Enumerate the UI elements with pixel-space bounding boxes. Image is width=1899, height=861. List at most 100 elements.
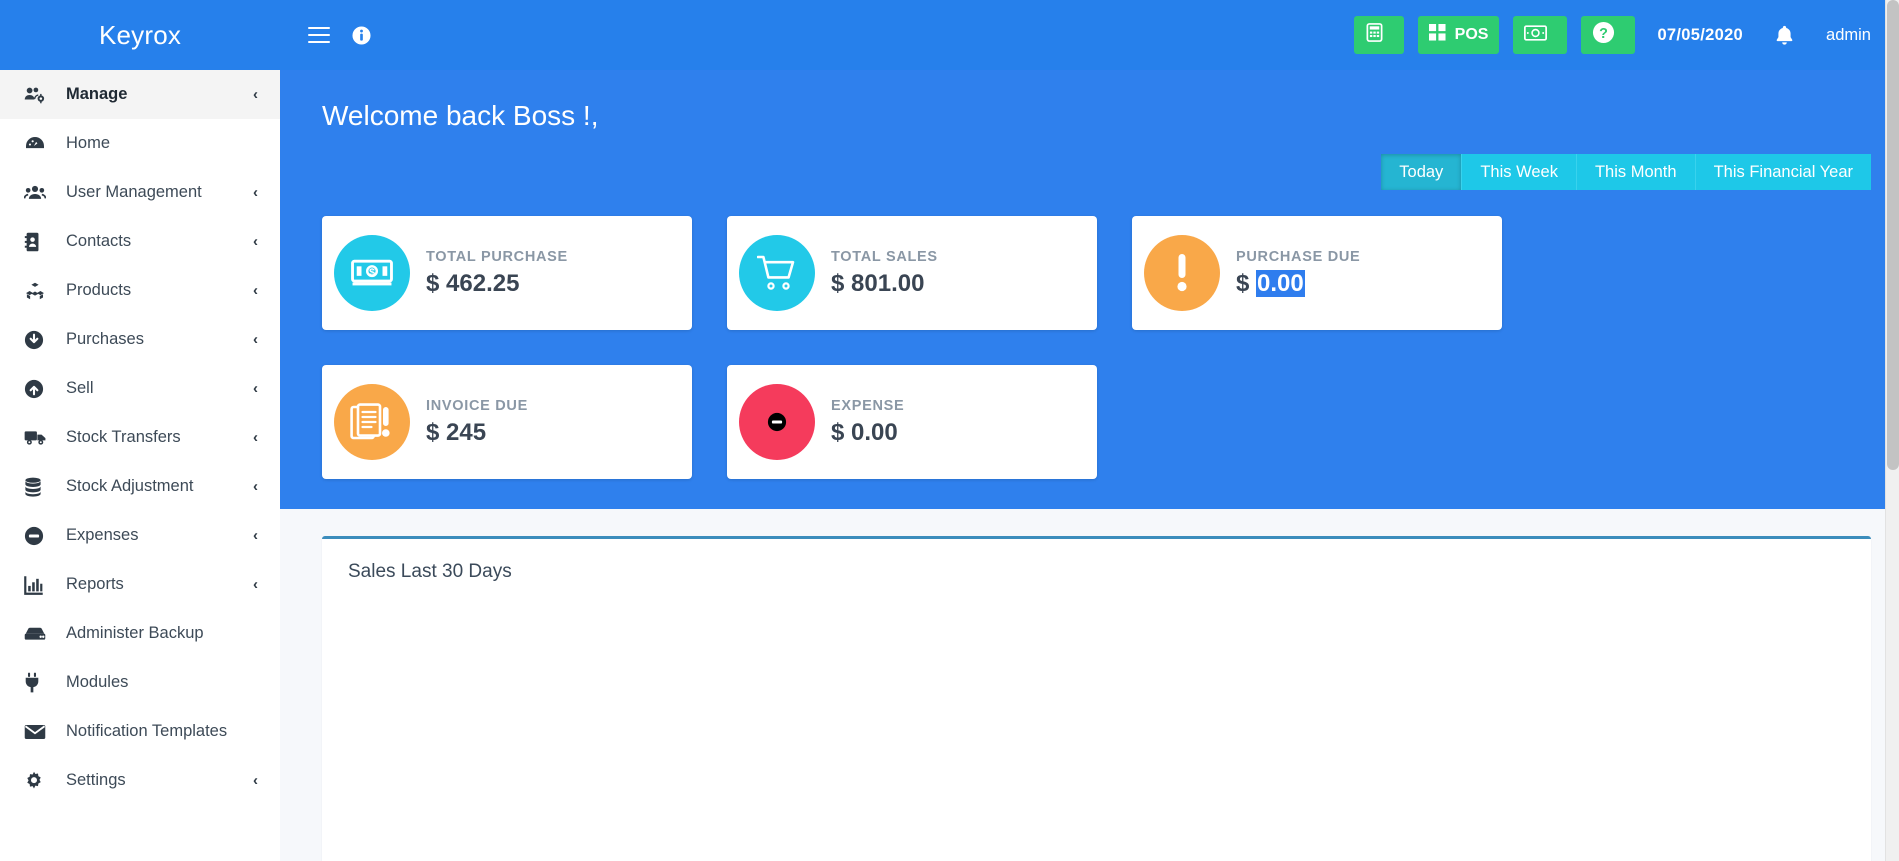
- stat-card-expense: EXPENSE $ 0.00: [727, 365, 1097, 479]
- chevron-left-icon: ‹: [253, 478, 258, 495]
- hero-section: Welcome back Boss !, Today This Week This …: [280, 70, 1899, 509]
- sidebar-item-label: Contacts: [66, 232, 132, 250]
- currency-symbol: $: [426, 418, 440, 446]
- chevron-left-icon: ‹: [253, 576, 258, 593]
- stat-card-value: $ 801.00: [831, 270, 938, 298]
- sidebar-item-home[interactable]: Home: [0, 119, 280, 168]
- stat-cards: $ TOTAL PURCHASE $ 462.25 TOTAL SALES $ 801.…: [308, 190, 1871, 479]
- shopping-cart-icon: [739, 235, 815, 311]
- invoice-icon: [334, 384, 410, 460]
- sidebar-item-sell[interactable]: Sell ‹: [0, 364, 280, 413]
- stat-card-text: PURCHASE DUE $ 0.00: [1236, 249, 1360, 298]
- stat-card-value: $ 0.00: [831, 419, 904, 447]
- stat-card-value: $ 0.00: [1236, 269, 1360, 298]
- info-circle-icon[interactable]: [352, 25, 371, 45]
- dashboard-icon: [24, 135, 54, 153]
- sidebar-item-label: Stock Transfers: [66, 428, 181, 446]
- sidebar-item-products[interactable]: Products ‹: [0, 266, 280, 315]
- topbar-left: [308, 22, 371, 48]
- hamburger-icon[interactable]: [308, 22, 330, 48]
- sidebar-item-notification-templates[interactable]: Notification Templates: [0, 707, 280, 756]
- hero-spacer: [308, 479, 1871, 509]
- chart-panel-wrap: Sales Last 30 Days: [280, 509, 1899, 861]
- top-navbar: POS ? 07/05/2020 admin: [280, 0, 1899, 70]
- chevron-left-icon: ‹: [253, 233, 258, 250]
- stat-card-title: TOTAL PURCHASE: [426, 248, 568, 265]
- bell-icon[interactable]: [1775, 25, 1794, 46]
- users-icon: [24, 184, 54, 202]
- sidebar-item-purchases[interactable]: Purchases ‹: [0, 315, 280, 364]
- user-menu[interactable]: admin: [1826, 26, 1871, 45]
- chevron-left-icon: ‹: [253, 429, 258, 446]
- sidebar-item-label: Expenses: [66, 526, 139, 544]
- range-this-month[interactable]: This Month: [1576, 154, 1696, 190]
- stat-card-text: TOTAL SALES $ 801.00: [831, 249, 938, 298]
- stat-card-title: TOTAL SALES: [831, 248, 938, 265]
- welcome-title: Welcome back Boss !,: [322, 100, 599, 131]
- sidebar-item-settings[interactable]: Settings ‹: [0, 756, 280, 805]
- svg-text:?: ?: [1600, 26, 1609, 42]
- sidebar-item-administer-backup[interactable]: Administer Backup: [0, 609, 280, 658]
- sidebar-item-user-management[interactable]: User Management ‹: [0, 168, 280, 217]
- currency-symbol: $: [831, 269, 845, 297]
- pos-button[interactable]: POS: [1417, 16, 1500, 54]
- sidebar-item-label: Notification Templates: [66, 722, 228, 740]
- money-bill-icon: [1524, 24, 1548, 46]
- stat-card-purchase-due: PURCHASE DUE $ 0.00: [1132, 216, 1502, 330]
- sidebar-item-stock-adjustment[interactable]: Stock Adjustment ‹: [0, 462, 280, 511]
- users-cog-icon: [24, 86, 54, 104]
- range-this-financial-year[interactable]: This Financial Year: [1695, 154, 1871, 190]
- chevron-left-icon: ‹: [253, 527, 258, 544]
- help-button[interactable]: ?: [1581, 16, 1636, 54]
- calculator-button[interactable]: [1353, 16, 1404, 54]
- value-number: 245: [446, 418, 487, 446]
- stat-card-invoice-due: INVOICE DUE $ 245: [322, 365, 692, 479]
- sidebar-item-expenses[interactable]: Expenses ‹: [0, 511, 280, 560]
- money-bill-icon: $: [334, 235, 410, 311]
- stat-card-title: EXPENSE: [831, 397, 905, 414]
- sidebar-item-reports[interactable]: Reports ‹: [0, 560, 280, 609]
- range-this-week[interactable]: This Week: [1462, 154, 1577, 190]
- sidebar-item-label: Administer Backup: [66, 624, 204, 642]
- value-number: 462.25: [446, 269, 520, 297]
- stat-card-total-sales: TOTAL SALES $ 801.00: [727, 216, 1097, 330]
- stat-card-text: INVOICE DUE $ 245: [426, 398, 528, 447]
- chevron-left-icon: ‹: [253, 331, 258, 348]
- sidebar-item-label: Products: [66, 281, 132, 299]
- calculator-icon: [1365, 23, 1384, 47]
- cash-register-button[interactable]: [1513, 16, 1568, 54]
- database-icon: [24, 477, 54, 497]
- sales-chart-panel: Sales Last 30 Days: [322, 536, 1871, 861]
- envelope-icon: [24, 724, 54, 740]
- sidebar-item-label: Modules: [66, 673, 129, 691]
- currency-symbol: $: [831, 418, 845, 446]
- chevron-left-icon: ‹: [253, 184, 258, 201]
- date-range-group: Today This Week This Month This Financial Y…: [1381, 154, 1871, 190]
- current-date: 07/05/2020: [1657, 25, 1744, 44]
- chevron-left-icon: ‹: [253, 772, 258, 789]
- sidebar-item-manage[interactable]: Manage ‹: [0, 70, 280, 119]
- topbar-right: POS ? 07/05/2020 admin: [1353, 16, 1871, 54]
- truck-icon: [24, 429, 54, 446]
- page-scrollbar[interactable]: [1885, 0, 1899, 861]
- arrow-up-circle-icon: [24, 379, 54, 399]
- sidebar: Keyrox Manage ‹ Home User Management ‹ Contac…: [0, 0, 280, 861]
- sidebar-item-label: Purchases: [66, 330, 144, 348]
- range-today[interactable]: Today: [1381, 154, 1463, 190]
- panel-title: Sales Last 30 Days: [348, 561, 512, 582]
- sidebar-nav: Manage ‹ Home User Management ‹ Contacts ‹ Prod…: [0, 70, 280, 861]
- scrollbar-thumb[interactable]: [1887, 0, 1899, 470]
- sidebar-item-stock-transfers[interactable]: Stock Transfers ‹: [0, 413, 280, 462]
- stat-card-title: INVOICE DUE: [426, 397, 528, 414]
- brand-logo[interactable]: Keyrox: [0, 0, 280, 70]
- stat-card-value: $ 245: [426, 419, 528, 447]
- main-area: POS ? 07/05/2020 admin Welcome back Boss…: [280, 0, 1899, 861]
- minus-circle-icon: [24, 526, 54, 546]
- sidebar-item-modules[interactable]: Modules: [0, 658, 280, 707]
- chevron-left-icon: ‹: [253, 380, 258, 397]
- exclamation-icon: [1144, 235, 1220, 311]
- date-range-bar: Today This Week This Month This Financial Y…: [308, 142, 1871, 190]
- currency-symbol: $: [1236, 269, 1250, 297]
- svg-text:$: $: [369, 266, 375, 278]
- sidebar-item-contacts[interactable]: Contacts ‹: [0, 217, 280, 266]
